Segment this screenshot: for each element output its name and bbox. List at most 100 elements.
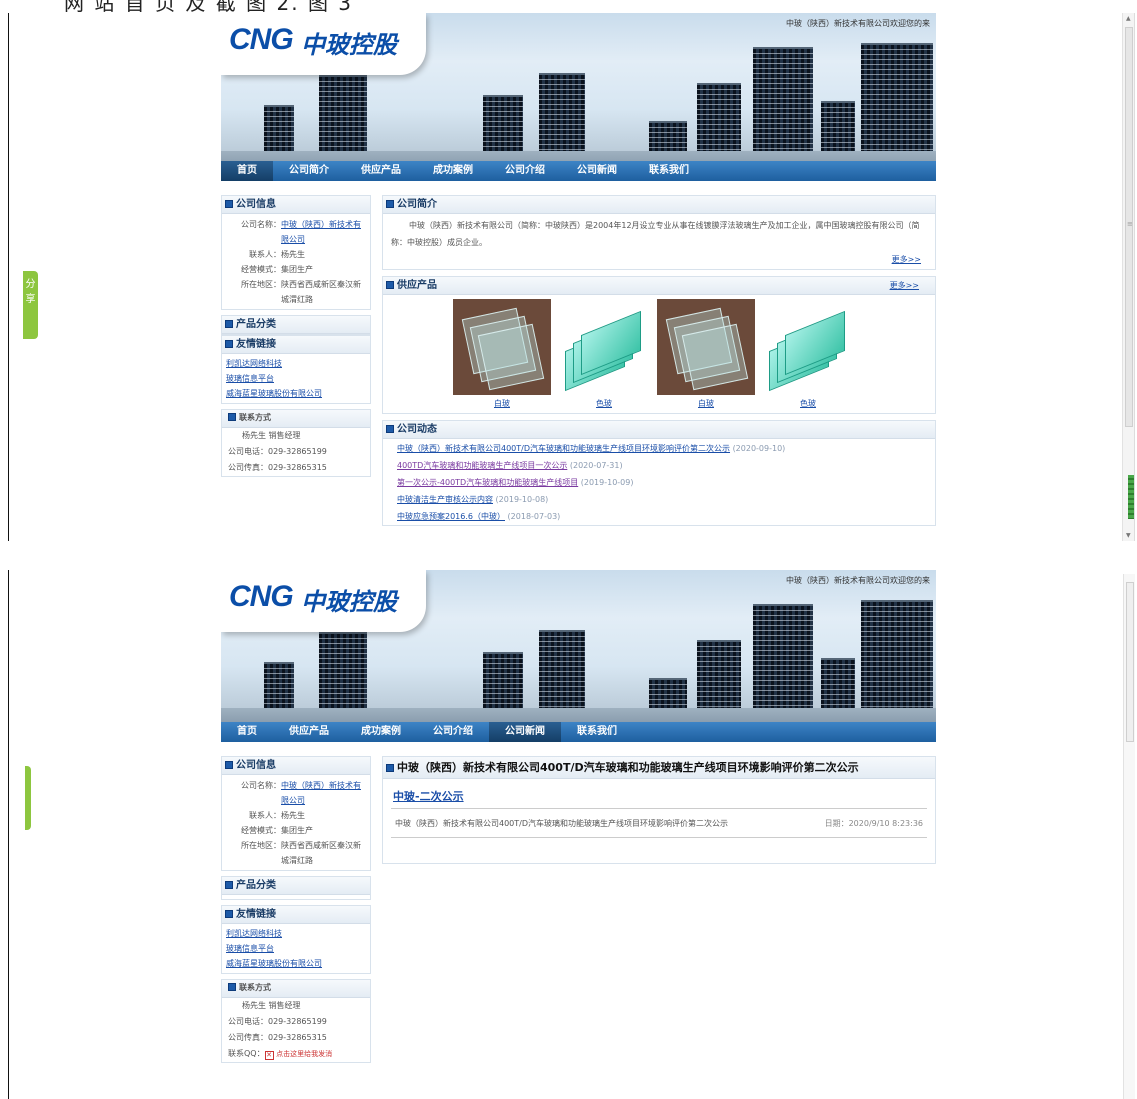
nav-home[interactable]: 首页 [221,161,273,181]
cng-logo[interactable]: CNG 中玻控股 [221,13,426,75]
news-title: 公司动态 [383,421,935,439]
contact-person: 杨先生 销售经理 [242,1001,301,1010]
scroll-up-icon[interactable]: ▲ [1126,15,1131,22]
square-bullet-icon [386,425,394,433]
logo-cng: CNG [229,23,294,56]
share-tab-collapsed[interactable] [25,766,31,830]
square-bullet-icon [386,200,394,208]
products-box: 供应产品 更多>> 白玻 色玻 白玻 色玻 [382,276,936,414]
nav-contact[interactable]: 联系我们 [561,722,633,742]
main-content: 中玻（陕西）新技术有限公司400T/D汽车玻璃和功能玻璃生产线项目环境影响评价第… [382,756,936,870]
news-item[interactable]: 400TD汽车玻璃和功能玻璃生产线项目一次公示 (2020-07-31) [383,457,935,474]
nav-contact[interactable]: 联系我们 [633,161,705,181]
news-detail-title: 中玻（陕西）新技术有限公司400T/D汽车玻璃和功能玻璃生产线项目环境影响评价第… [383,757,935,779]
friend-link[interactable]: 利凯达网络科技 [222,356,370,371]
header-banner: CNG 中玻控股 中玻（陕西）新技术有限公司欢迎您的来 [221,570,936,730]
nav-cases[interactable]: 成功案例 [417,161,489,181]
nav-cases[interactable]: 成功案例 [345,722,417,742]
qq-chat-link[interactable]: 点击这里给我发消 [276,1050,332,1058]
square-bullet-icon [386,281,394,289]
company-name-link[interactable]: 中玻（陕西）新技术有 [281,220,361,229]
logo-cn: 中玻控股 [301,31,397,59]
side-widget[interactable] [1128,475,1134,519]
business-mode: 集团生产 [281,826,313,835]
intro-title: 公司简介 [383,196,935,214]
friend-link[interactable]: 威海蓝星玻璃股份有限公司 [222,956,370,971]
product-category-title[interactable]: 产品分类 [222,877,370,895]
nav-company-intro[interactable]: 公司介绍 [417,722,489,742]
contact-qq: 联系QQ： ✕ 点击这里给我发消 [228,1049,333,1060]
news-detail-screenshot: CNG 中玻控股 中玻（陕西）新技术有限公司欢迎您的来 首页 供应产品 成功案例… [8,570,1135,1099]
vertical-scrollbar[interactable]: ▲ ≡ ▼ [1122,13,1134,541]
tinted-glass-image[interactable] [759,299,857,395]
product-card[interactable]: 白玻 [453,299,551,409]
products-more-link[interactable]: 更多>> [890,277,935,294]
square-bullet-icon [228,413,236,421]
nav-products[interactable]: 供应产品 [273,722,345,742]
intro-box: 公司简介 中玻（陕西）新技术有限公司（简称：中玻陕西）是2004年12月设立专业… [382,195,936,270]
news-item[interactable]: 中玻（陕西）新技术有限公司400T/D汽车玻璃和功能玻璃生产线项目环境影响评价第… [383,440,935,457]
product-card[interactable]: 白玻 [657,299,755,409]
main-content: 公司简介 中玻（陕西）新技术有限公司（简称：中玻陕西）是2004年12月设立专业… [382,195,936,532]
company-info-title: 公司信息 [222,757,370,775]
contact-fax: 公司传真：029-32865315 [228,463,327,472]
region: 陕西省西咸新区秦汉新 [281,841,361,850]
product-caption[interactable]: 色玻 [759,398,857,409]
product-category-title[interactable]: 产品分类 [222,316,370,334]
nav-company-profile[interactable]: 公司简介 [273,161,345,181]
vertical-scrollbar[interactable] [1123,574,1135,1099]
news-item[interactable]: 第一次公示-400TD汽车玻璃和功能玻璃生产线项目 (2019-10-09) [383,474,935,491]
square-bullet-icon [225,881,233,889]
welcome-text: 中玻（陕西）新技术有限公司欢迎您的来 [786,19,930,28]
product-caption[interactable]: 白玻 [657,398,755,409]
news-detail-box: 中玻（陕西）新技术有限公司400T/D汽车玻璃和功能玻璃生产线项目环境影响评价第… [382,756,936,864]
contact-title: 联系方式 [222,980,370,998]
scroll-down-icon[interactable]: ▼ [1126,532,1131,539]
cng-logo[interactable]: CNG 中玻控股 [221,570,426,632]
product-caption[interactable]: 色玻 [555,398,653,409]
news-item[interactable]: 中玻应急预案2016.6（中玻） (2018-07-03) [383,508,935,525]
friend-link[interactable]: 玻璃信息平台 [222,371,370,386]
contact-person: 杨先生 [281,811,305,820]
product-card[interactable]: 色玻 [759,299,857,409]
header-banner: CNG 中玻控股 中玻（陕西）新技术有限公司欢迎您的来 [221,13,936,173]
nav-products[interactable]: 供应产品 [345,161,417,181]
attachment-link[interactable]: 中玻-二次公示 [383,779,935,808]
attachment-row: 中玻（陕西）新技术有限公司400T/D汽车玻璃和功能玻璃生产线项目环境影响评价第… [391,808,927,838]
friend-link[interactable]: 利凯达网络科技 [222,926,370,941]
contact-person: 杨先生 销售经理 [242,431,301,440]
intro-more-link[interactable]: 更多>> [383,254,935,269]
nav-news[interactable]: 公司新闻 [561,161,633,181]
clear-glass-image[interactable] [657,299,755,395]
company-name-link[interactable]: 中玻（陕西）新技术有 [281,781,361,790]
share-tab[interactable]: 分享 [23,271,38,339]
intro-text: 中玻（陕西）新技术有限公司（简称：中玻陕西）是2004年12月设立专业从事在线镀… [391,221,920,247]
square-bullet-icon [228,983,236,991]
broken-image-icon[interactable]: ✕ [264,1051,274,1060]
scrollbar-thumb[interactable] [1126,582,1134,742]
contact-box: 联系方式 杨先生 销售经理 公司电话：029-32865199 公司传真：029… [221,979,371,1063]
square-bullet-icon [225,340,233,348]
business-mode: 集团生产 [281,265,313,274]
contact-phone: 公司电话：029-32865199 [228,447,327,456]
product-category-box: 产品分类 [221,315,371,335]
logo-cng: CNG [229,580,294,613]
friend-link[interactable]: 玻璃信息平台 [222,941,370,956]
nav-news[interactable]: 公司新闻 [489,722,561,742]
friend-link[interactable]: 威海蓝星玻璃股份有限公司 [222,386,370,401]
nav-company-intro[interactable]: 公司介绍 [489,161,561,181]
grip-icon: ≡ [1127,220,1133,228]
product-caption[interactable]: 白玻 [453,398,551,409]
nav-home[interactable]: 首页 [221,722,273,742]
square-bullet-icon [225,761,233,769]
document-caption: 网 站 首 页 及 截 图 2. 图 3 [0,0,1137,13]
contact-box: 联系方式 杨先生 销售经理 公司电话：029-32865199 公司传真：029… [221,409,371,477]
product-card[interactable]: 色玻 [555,299,653,409]
contact-title: 联系方式 [222,410,370,428]
tinted-glass-image[interactable] [555,299,653,395]
clear-glass-image[interactable] [453,299,551,395]
main-nav: 首页 供应产品 成功案例 公司介绍 公司新闻 联系我们 [221,722,936,742]
company-info-box: 公司信息 公司名称：中玻（陕西）新技术有 限公司 联系人：杨先生 经营模式：集团… [221,195,371,310]
news-item[interactable]: 中玻清洁生产审核公示内容 (2019-10-08) [383,491,935,508]
square-bullet-icon [225,910,233,918]
